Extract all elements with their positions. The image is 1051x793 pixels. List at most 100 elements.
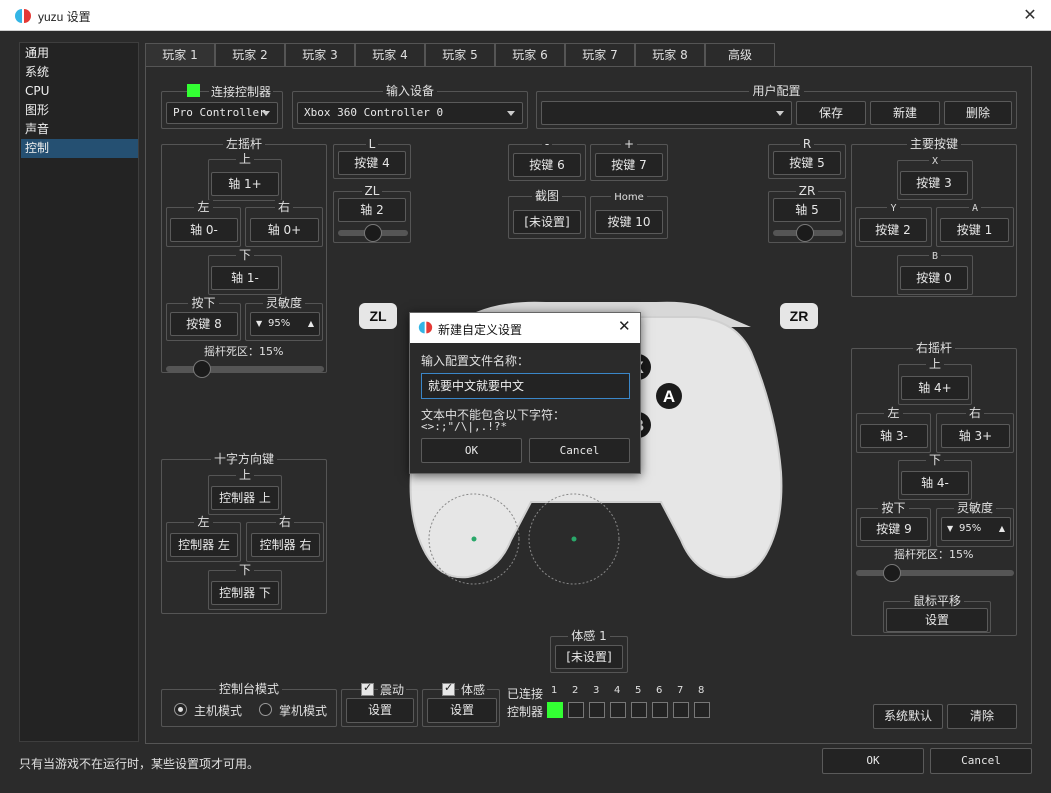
sidebar-item-cpu[interactable]: CPU [21,82,138,101]
left-stick-right-box: 右 轴 0+ [245,200,323,247]
delete-profile-button[interactable]: 删除 [944,101,1012,125]
controller-type-select[interactable]: Pro Controller [166,102,278,124]
settings-category-list[interactable]: 通用 系统 CPU 图形 声音 控制 [19,42,139,742]
connect-controller-checkbox[interactable] [187,84,200,97]
tab-player-5[interactable]: 玩家 5 [425,43,495,67]
spin-up-icon[interactable]: ▲ [308,319,314,328]
motion-1-button[interactable]: [未设置] [555,645,623,669]
vibration-settings-button[interactable]: 设置 [346,698,414,723]
new-profile-button[interactable]: 新建 [870,101,940,125]
input-device-select[interactable]: Xbox 360 Controller 0 [297,102,523,124]
right-stick-up-button[interactable]: 轴 4+ [901,376,969,400]
sidebar-item-graphics[interactable]: 图形 [21,101,138,120]
tab-advanced[interactable]: 高级 [705,43,775,67]
minus-button[interactable]: 按键 6 [513,153,581,177]
profile-name-input[interactable]: 就要中文就要中文 [421,373,630,399]
left-stick-down-button[interactable]: 轴 1- [211,266,279,290]
sidebar-item-system[interactable]: 系统 [21,63,138,82]
x-button[interactable]: 按键 3 [900,171,968,195]
zr-button[interactable]: 轴 5 [773,198,841,222]
clear-button[interactable]: 清除 [947,704,1017,729]
zl-button[interactable]: 轴 2 [338,198,406,222]
r-button-box: R 按键 5 [768,137,846,179]
dialog-cancel-button[interactable]: Cancel [529,438,630,463]
motion-checkbox[interactable]: ✓ [442,681,455,696]
right-stick-right-label: 右 [965,406,984,420]
sidebar-item-controls[interactable]: 控制 [21,139,138,158]
controller-slot-number: 2 [572,685,579,696]
capture-label: 截图 [531,189,562,203]
checkmark-icon: ✓ [444,681,454,694]
right-stick-deadzone-handle[interactable] [883,564,901,582]
controller-slot-3-checkbox[interactable] [589,702,605,718]
r-button[interactable]: 按键 5 [773,151,841,175]
controller-slot-5-checkbox[interactable] [631,702,647,718]
close-window-button[interactable]: ✕ [1018,4,1042,26]
controller-slot-8-checkbox[interactable] [694,702,710,718]
left-stick-deadzone-slider[interactable] [166,366,324,372]
controller-slot-2-checkbox[interactable] [568,702,584,718]
spin-down-icon[interactable]: ▼ [256,319,262,328]
left-stick-left-button[interactable]: 轴 0- [170,218,238,242]
r-label: R [799,137,815,151]
tab-player-7[interactable]: 玩家 7 [565,43,635,67]
sidebar-item-audio[interactable]: 声音 [21,120,138,139]
right-stick-right-button[interactable]: 轴 3+ [941,424,1010,448]
controller-slot-7-checkbox[interactable] [673,702,689,718]
right-stick-deadzone-slider[interactable] [856,570,1014,576]
handheld-mode-radio[interactable] [259,703,272,716]
user-config-group: 用户配置 保存 新建 删除 [536,84,1017,129]
controller-slot-1-checkbox[interactable] [547,702,563,718]
dpad-right-button[interactable]: 控制器 右 [251,533,320,557]
right-stick-press-button[interactable]: 按键 9 [860,517,928,541]
l-button[interactable]: 按键 4 [338,151,406,175]
dpad-up-box: 上 控制器 上 [208,468,282,515]
dpad-up-label: 上 [235,468,254,482]
left-stick-right-button[interactable]: 轴 0+ [250,218,319,242]
controller-slot-4-checkbox[interactable] [610,702,626,718]
dpad-left-button[interactable]: 控制器 左 [170,533,238,557]
zl-threshold-handle[interactable] [364,224,382,242]
ok-button[interactable]: OK [822,748,924,774]
a-button[interactable]: 按键 1 [940,218,1009,242]
vibration-checkbox[interactable]: ✓ [361,681,374,696]
right-stick-down-button[interactable]: 轴 4- [901,471,969,495]
cancel-button[interactable]: Cancel [930,748,1032,774]
left-stick-sensitivity-spinbox[interactable]: ▼ 95% ▲ [250,312,320,336]
tab-player-8[interactable]: 玩家 8 [635,43,705,67]
plus-button[interactable]: 按键 7 [595,153,663,177]
spin-up-icon[interactable]: ▲ [999,524,1005,533]
tab-player-4[interactable]: 玩家 4 [355,43,425,67]
dpad-up-button[interactable]: 控制器 上 [211,486,279,510]
input-device-value: Xbox 360 Controller 0 [304,106,444,119]
zr-threshold-handle[interactable] [796,224,814,242]
right-stick-left-button[interactable]: 轴 3- [860,424,928,448]
dialog-ok-button[interactable]: OK [421,438,522,463]
spin-down-icon[interactable]: ▼ [947,524,953,533]
save-profile-button[interactable]: 保存 [796,101,866,125]
dpad-down-button[interactable]: 控制器 下 [211,581,279,605]
tab-player-3[interactable]: 玩家 3 [285,43,355,67]
dialog-close-button[interactable]: ✕ [618,317,631,335]
vibration-label: 震动 [378,681,407,698]
system-defaults-button[interactable]: 系统默认 [873,704,943,729]
x-button-box: X 按键 3 [897,156,973,200]
controller-slot-6-checkbox[interactable] [652,702,668,718]
chevron-down-icon [507,111,515,116]
left-stick-deadzone-handle[interactable] [193,360,211,378]
motion-settings-button[interactable]: 设置 [427,698,497,723]
home-button[interactable]: 按键 10 [595,210,663,234]
tab-player-2[interactable]: 玩家 2 [215,43,285,67]
docked-mode-radio[interactable] [174,703,187,716]
right-stick-sensitivity-spinbox[interactable]: ▼ 95% ▲ [941,517,1011,541]
b-button[interactable]: 按键 0 [900,266,968,290]
mouse-panning-button[interactable]: 设置 [886,608,988,632]
sidebar-item-general[interactable]: 通用 [21,44,138,63]
y-button[interactable]: 按键 2 [859,218,927,242]
left-stick-press-button[interactable]: 按键 8 [170,312,238,336]
user-profile-select[interactable] [541,101,792,125]
left-stick-up-button[interactable]: 轴 1+ [211,172,279,196]
tab-player-6[interactable]: 玩家 6 [495,43,565,67]
tab-player-1[interactable]: 玩家 1 [145,43,215,68]
capture-button[interactable]: [未设置] [513,210,581,234]
